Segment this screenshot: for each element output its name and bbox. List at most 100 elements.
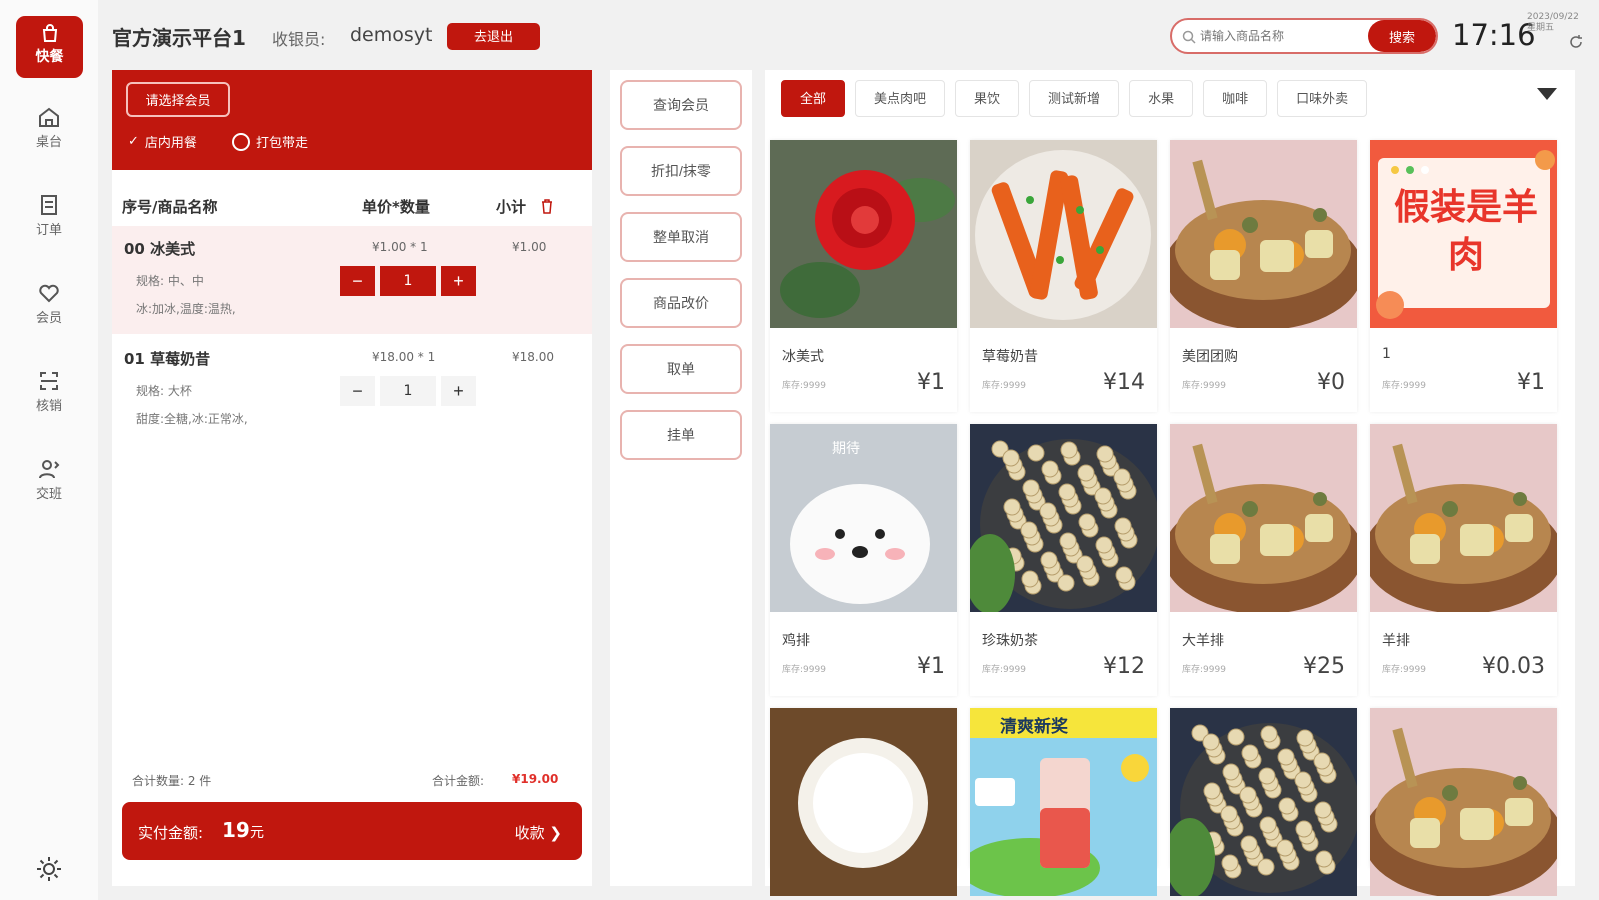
quantity-stepper: − 1 + xyxy=(340,376,476,406)
tab-category[interactable]: 美点肉吧 xyxy=(855,80,946,117)
dine-in-option[interactable]: ✓ 店内用餐 xyxy=(128,132,197,151)
search-box: 搜索 xyxy=(1170,18,1438,54)
total-amount: ¥19.00 xyxy=(512,772,559,786)
nav-label: 订单 xyxy=(35,223,62,238)
change-price-button[interactable]: 商品改价 xyxy=(620,278,742,328)
order-item-name: 01 草莓奶昔 xyxy=(124,350,211,368)
logo-label: 快餐 xyxy=(35,49,64,65)
checkout-bar[interactable]: 实付金额: 19 元 收款 ❯ xyxy=(122,802,582,860)
order-panel-header: 请选择会员 ✓ 店内用餐 打包带走 xyxy=(112,70,592,170)
order-panel: 请选择会员 ✓ 店内用餐 打包带走 序号/商品名称 单价*数量 小计 00 冰美… xyxy=(112,70,592,886)
product-area: 全部 美点肉吧 果饮 测试新增 水果 咖啡 口味外卖 冰美式 库存:9999 ¥1 草… xyxy=(765,70,1575,896)
product-card[interactable]: 珍珠奶茶库存:9999 ¥12 xyxy=(970,424,1157,696)
product-price: ¥1 xyxy=(917,370,945,395)
increase-button[interactable]: + xyxy=(441,266,476,296)
product-stock: 库存:9999 xyxy=(982,665,1026,675)
tab-category[interactable]: 水果 xyxy=(1129,80,1194,117)
order-item-note: 甜度:全糖,冰:正常冰, xyxy=(136,412,248,426)
increase-button[interactable]: + xyxy=(441,376,476,406)
order-item-subtotal: ¥18.00 xyxy=(512,350,554,364)
settings-icon[interactable] xyxy=(34,854,64,884)
radio-icon xyxy=(232,132,250,151)
nav-item-handover[interactable]: 交班 xyxy=(0,458,98,518)
tab-category[interactable]: 测试新增 xyxy=(1029,80,1120,117)
product-name: 珍珠奶茶 xyxy=(982,633,1038,649)
nav-item-orders[interactable]: 订单 xyxy=(0,194,98,254)
action-column: 查询会员 折扣/抹零 整单取消 商品改价 取单 挂单 xyxy=(610,70,752,886)
takeaway-option[interactable]: 打包带走 xyxy=(232,132,308,151)
total-amount-label: 合计金额: xyxy=(432,774,485,788)
product-price: ¥0.03 xyxy=(1482,654,1545,679)
home-icon xyxy=(39,107,59,127)
query-member-button[interactable]: 查询会员 xyxy=(620,80,742,130)
select-member-button[interactable]: 请选择会员 xyxy=(126,82,230,117)
product-card[interactable]: 草莓奶昔 库存:9999 ¥14 xyxy=(970,140,1157,412)
discount-button[interactable]: 折扣/抹零 xyxy=(620,146,742,196)
order-row[interactable]: 00 冰美式 ¥1.00 * 1 ¥1.00 规格: 中、中 冰:加冰,温度:温… xyxy=(112,226,592,334)
quantity-value[interactable]: 1 xyxy=(380,376,436,406)
order-row[interactable]: 01 草莓奶昔 ¥18.00 * 1 ¥18.00 规格: 大杯 甜度:全糖,冰… xyxy=(112,336,592,444)
image-caption: 假装是羊肉 xyxy=(1393,187,1538,276)
cancel-order-button[interactable]: 整单取消 xyxy=(620,212,742,262)
product-image xyxy=(1370,424,1557,612)
product-price: ¥1 xyxy=(917,654,945,679)
order-item-price-qty: ¥18.00 * 1 xyxy=(372,350,436,364)
product-card[interactable]: 清爽新奖 xyxy=(970,708,1157,896)
order-table-header: 序号/商品名称 单价*数量 小计 xyxy=(112,188,592,224)
tab-category[interactable]: 果饮 xyxy=(955,80,1020,117)
order-item-subtotal: ¥1.00 xyxy=(512,240,547,254)
trash-icon[interactable] xyxy=(540,198,554,214)
product-card[interactable]: 大羊排 库存:9999 ¥25 xyxy=(1170,424,1357,696)
nav-item-tables[interactable]: 桌台 xyxy=(0,106,98,166)
order-icon xyxy=(41,195,57,215)
search-input[interactable] xyxy=(1200,20,1365,52)
product-name: 鸡排 xyxy=(782,633,810,649)
scan-icon xyxy=(40,372,58,390)
product-image: 清爽新奖 xyxy=(970,708,1157,896)
product-card[interactable] xyxy=(1170,708,1357,896)
clock-time: 17:16 xyxy=(1452,18,1536,52)
product-card[interactable] xyxy=(1370,708,1557,896)
search-button[interactable]: 搜索 xyxy=(1368,20,1436,52)
quantity-value[interactable]: 1 xyxy=(380,266,436,296)
product-name: 冰美式 xyxy=(782,349,824,365)
product-card[interactable]: 美团团购 库存:9999 ¥0 xyxy=(1170,140,1357,412)
image-caption: 期待 xyxy=(832,441,860,457)
side-nav: 快餐 桌台 订单 会员 核销 交班 xyxy=(0,0,98,900)
product-card[interactable] xyxy=(770,708,957,896)
nav-item-members[interactable]: 会员 xyxy=(0,282,98,342)
col-price-qty: 单价*数量 xyxy=(362,198,430,216)
product-card[interactable]: 冰美式 库存:9999 ¥1 xyxy=(770,140,957,412)
col-subtotal: 小计 xyxy=(496,198,527,216)
image-caption: 清爽新奖 xyxy=(1000,717,1068,737)
product-image xyxy=(1370,708,1557,896)
product-stock: 库存:9999 xyxy=(1382,665,1426,675)
product-image xyxy=(970,140,1157,328)
category-dropdown-icon[interactable] xyxy=(1537,88,1557,100)
retrieve-order-button[interactable]: 取单 xyxy=(620,344,742,394)
order-item-spec: 规格: 大杯 xyxy=(136,384,192,398)
bag-icon xyxy=(42,24,57,42)
product-price: ¥12 xyxy=(1103,654,1145,679)
logout-button[interactable]: 去退出 xyxy=(447,23,540,50)
nav-item-verify[interactable]: 核销 xyxy=(0,370,98,430)
user-switch-icon xyxy=(39,460,60,479)
product-card[interactable]: 羊排 库存:9999 ¥0.03 xyxy=(1370,424,1557,696)
nav-label: 核销 xyxy=(35,399,62,414)
product-card[interactable]: 假装是羊肉 1 库存:9999 ¥1 xyxy=(1370,140,1557,412)
tab-all[interactable]: 全部 xyxy=(781,80,846,117)
decrease-button[interactable]: − xyxy=(340,266,375,296)
app-logo[interactable]: 快餐 xyxy=(16,16,83,78)
product-card[interactable]: 期待 鸡排 库存:9999 ¥1 xyxy=(770,424,957,696)
refresh-icon[interactable] xyxy=(1568,34,1584,50)
pay-unit: 元 xyxy=(250,825,264,841)
hold-order-button[interactable]: 挂单 xyxy=(620,410,742,460)
tab-category[interactable]: 咖啡 xyxy=(1203,80,1268,117)
checkout-button[interactable]: 收款 ❯ xyxy=(515,822,562,843)
page-title: 官方演示平台1 xyxy=(112,26,246,50)
product-image xyxy=(1170,424,1357,612)
decrease-button[interactable]: − xyxy=(340,376,375,406)
product-image: 期待 xyxy=(770,424,957,612)
tab-category[interactable]: 口味外卖 xyxy=(1277,80,1368,117)
product-stock: 库存:9999 xyxy=(1182,381,1226,391)
